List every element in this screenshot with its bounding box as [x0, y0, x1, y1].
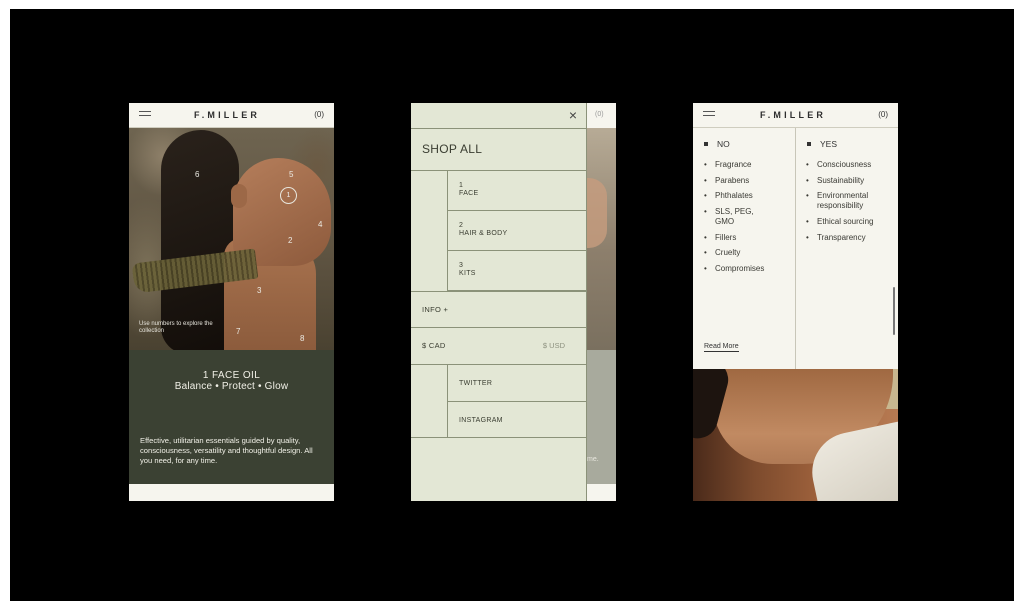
drawer-header: × — [411, 103, 587, 129]
lifestyle-image — [693, 369, 898, 501]
shop-all-label: SHOP ALL — [422, 142, 483, 156]
list-item: Environmental responsibility — [806, 191, 894, 211]
menu-item-hair-body-number: 2 — [459, 222, 463, 229]
info-toggle[interactable]: INFO + — [411, 292, 587, 328]
menu-item-hair-body-label: HAIR & BODY — [459, 230, 508, 237]
behind-hero-image — [587, 128, 616, 350]
behind-panel: me. — [587, 350, 616, 484]
twitter-label: TWITTER — [459, 380, 493, 387]
square-bullet-icon — [807, 142, 811, 146]
hotspot-1-selected[interactable]: 1 — [280, 187, 297, 204]
column-divider — [795, 128, 796, 369]
menu-item-face-label: FACE — [459, 190, 479, 197]
close-icon[interactable]: × — [569, 107, 577, 123]
list-item: Fragrance — [704, 160, 792, 170]
phone-screen-values: F.MILLER (0) NO Fragrance Parabens Phtha… — [693, 103, 898, 501]
bottom-band — [129, 484, 334, 501]
site-header: F.MILLER (0) — [693, 103, 898, 128]
behind-header: (0) — [587, 103, 616, 128]
brand-logo[interactable]: F.MILLER — [760, 110, 826, 120]
values-section: NO Fragrance Parabens Phthalates SLS, PE… — [693, 128, 898, 369]
product-tagline: Balance • Protect • Glow — [174, 381, 289, 392]
shop-all-link[interactable]: SHOP ALL — [411, 129, 587, 171]
product-panel: 1 FACE OIL Balance • Protect • Glow Effe… — [129, 350, 334, 484]
menu-item-kits[interactable]: 3 KITS — [447, 251, 587, 291]
hamburger-menu-icon[interactable] — [139, 111, 151, 120]
yes-column-heading: YES — [807, 139, 837, 149]
list-item: Compromises — [704, 264, 792, 274]
no-column-heading: NO — [704, 139, 730, 149]
instagram-label: INSTAGRAM — [459, 417, 503, 424]
cart-count[interactable]: (0) — [314, 110, 324, 119]
model-ear — [231, 184, 247, 208]
list-item: Parabens — [704, 176, 792, 186]
list-item: Transparency — [806, 233, 894, 243]
square-bullet-icon — [704, 142, 708, 146]
hotspot-2[interactable]: 2 — [288, 236, 292, 245]
list-item: Phthalates — [704, 191, 792, 201]
no-heading-label: NO — [717, 139, 730, 149]
list-item: Fillers — [704, 233, 792, 243]
no-list: Fragrance Parabens Phthalates SLS, PEG, … — [704, 160, 792, 280]
menu-item-face-number: 1 — [459, 182, 463, 189]
hotspot-5[interactable]: 5 — [289, 170, 293, 179]
nav-drawer: × SHOP ALL 1 FACE 2 HAIR & BODY 3 KITS I… — [411, 103, 587, 501]
page-behind-drawer: (0) me. — [587, 103, 616, 501]
scrollbar-thumb[interactable] — [893, 287, 895, 335]
currency-usd[interactable]: $ USD — [543, 341, 565, 350]
social-link-twitter[interactable]: TWITTER — [447, 365, 587, 402]
list-item: Consciousness — [806, 160, 894, 170]
brand-logo[interactable]: F.MILLER — [194, 110, 260, 120]
menu-item-kits-number: 3 — [459, 262, 463, 269]
hotspot-8[interactable]: 8 — [300, 334, 304, 343]
social-link-instagram[interactable]: INSTAGRAM — [447, 402, 587, 438]
behind-text: me. — [587, 456, 599, 463]
list-item: Sustainability — [806, 176, 894, 186]
site-header: F.MILLER (0) — [129, 103, 334, 128]
hotspot-hint-text: Use numbers to explore the collection — [139, 321, 213, 334]
behind-band — [587, 484, 616, 501]
phone-screen-home: F.MILLER (0) 6 5 1 4 2 3 7 8 Use numbers… — [129, 103, 334, 501]
hamburger-menu-icon[interactable] — [703, 111, 715, 120]
hotspot-4[interactable]: 4 — [318, 220, 322, 229]
list-item: Cruelty — [704, 248, 792, 258]
yes-heading-label: YES — [820, 139, 838, 149]
info-label: INFO + — [422, 305, 449, 314]
currency-cad[interactable]: $ CAD — [422, 341, 446, 350]
list-item: Ethical sourcing — [806, 217, 894, 227]
currency-switcher: $ CAD $ USD — [411, 328, 587, 365]
divider — [411, 437, 587, 438]
phone-screen-menu: (0) me. × SHOP ALL 1 FACE 2 HAIR & BODY … — [411, 103, 616, 501]
hotspot-7[interactable]: 7 — [236, 327, 240, 336]
hotspot-6[interactable]: 6 — [195, 170, 199, 179]
product-title[interactable]: 1 FACE OIL — [129, 370, 334, 381]
read-more-link[interactable]: Read More — [704, 343, 739, 352]
behind-cart-count: (0) — [595, 111, 604, 118]
menu-item-face[interactable]: 1 FACE — [447, 171, 587, 211]
hero-image: 6 5 1 4 2 3 7 8 Use numbers to explore t… — [129, 128, 334, 350]
menu-item-kits-label: KITS — [459, 270, 476, 277]
yes-list: Consciousness Sustainability Environment… — [806, 160, 894, 248]
brand-description: Effective, utilitarian essentials guided… — [140, 436, 313, 466]
cart-count[interactable]: (0) — [878, 110, 888, 119]
menu-item-hair-body[interactable]: 2 HAIR & BODY — [447, 211, 587, 251]
list-item: SLS, PEG, GMO — [704, 207, 766, 227]
hotspot-3[interactable]: 3 — [257, 286, 261, 295]
